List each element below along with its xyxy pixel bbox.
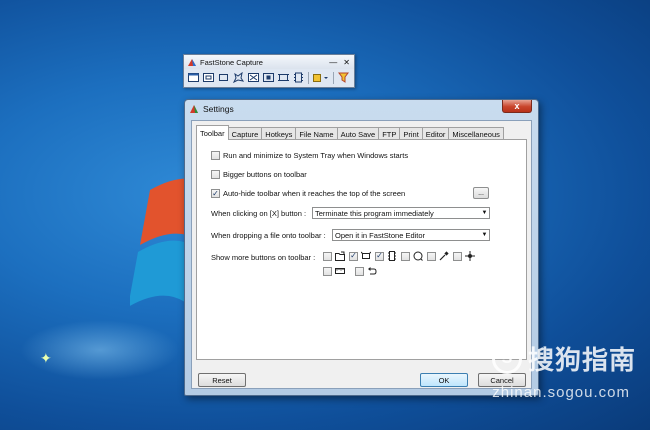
more-rectangle-checkbox[interactable]: ✓	[349, 251, 358, 261]
more-crosshair-checkbox[interactable]	[453, 251, 462, 261]
open-folder-icon	[335, 251, 345, 261]
run-minimize-label: Run and minimize to System Tray when Win…	[223, 151, 409, 160]
minimize-icon[interactable]: —	[329, 58, 337, 67]
capture-fullscreen-icon[interactable]	[247, 71, 260, 84]
crop-rectangle-icon	[361, 251, 371, 261]
close-action-label: When clicking on [X] button :	[211, 209, 307, 218]
toolbar-tab-panel: Run and minimize to System Tray when Win…	[196, 139, 527, 360]
more-magnifier-checkbox[interactable]	[401, 251, 410, 261]
more-buttons-label: Show more buttons on toolbar :	[211, 253, 316, 262]
capture-fixed-region-icon[interactable]	[262, 71, 275, 84]
settings-titlebar[interactable]: Settings	[185, 100, 538, 118]
capture-toolbar-titlebar[interactable]: FastStone Capture — ✕	[184, 55, 354, 69]
watermark-text: 搜狗指南	[527, 345, 636, 375]
eyedropper-icon	[439, 251, 449, 261]
more-screen-ruler-checkbox[interactable]	[323, 266, 332, 276]
watermark-url: zhinan.sogou.com	[492, 384, 630, 401]
undo-arrow-icon	[367, 266, 377, 276]
reset-button[interactable]: Reset	[198, 373, 246, 387]
video-recorder-icon[interactable]	[292, 71, 305, 84]
dialog-close-button[interactable]: x	[502, 100, 532, 113]
toolbar-separator	[333, 71, 334, 84]
more-film-checkbox[interactable]: ✓	[375, 251, 384, 261]
chevron-down-icon: ▼	[481, 232, 488, 238]
capture-scrolling-icon[interactable]	[277, 71, 290, 84]
close-icon[interactable]: ✕	[343, 58, 350, 67]
close-action-select[interactable]: Terminate this program immediately ▼	[312, 207, 490, 219]
bigger-buttons-checkbox[interactable]	[211, 170, 220, 179]
more-undo-checkbox[interactable]	[355, 266, 364, 276]
more-buttons-row-1: ✓ ✓	[323, 251, 479, 261]
more-color-picker-checkbox[interactable]	[427, 251, 436, 261]
screen-ruler-icon	[335, 266, 345, 276]
bigger-buttons-option[interactable]: Bigger buttons on toolbar	[211, 170, 307, 179]
film-strip-icon	[387, 251, 397, 261]
close-action-value: Terminate this program immediately	[315, 208, 434, 218]
bigger-buttons-label: Bigger buttons on toolbar	[223, 170, 307, 179]
faststone-logo-icon	[188, 58, 196, 66]
settings-title: Settings	[203, 104, 234, 114]
capture-freehand-icon[interactable]	[232, 71, 245, 84]
capture-toolbar-title: FastStone Capture	[200, 57, 263, 67]
more-open-checkbox[interactable]	[323, 251, 332, 261]
output-dropdown-icon[interactable]	[312, 71, 330, 84]
settings-menu-icon[interactable]	[337, 71, 350, 84]
chevron-down-icon: ▼	[481, 210, 488, 216]
run-minimize-option[interactable]: Run and minimize to System Tray when Win…	[211, 151, 408, 160]
faststone-logo-icon	[190, 105, 198, 113]
drop-action-value: Open it in FastStone Editor	[335, 230, 426, 240]
faststone-capture-toolbar[interactable]: FastStone Capture — ✕	[183, 54, 355, 88]
drop-action-label: When dropping a file onto toolbar :	[211, 231, 326, 240]
auto-hide-option[interactable]: ✓ Auto-hide toolbar when it reaches the …	[211, 189, 405, 198]
capture-window-object-icon[interactable]	[202, 71, 215, 84]
drop-action-select[interactable]: Open it in FastStone Editor ▼	[332, 229, 490, 241]
auto-hide-checkbox[interactable]: ✓	[211, 189, 220, 198]
ok-button[interactable]: OK	[420, 373, 468, 387]
sogou-logo-icon: S	[491, 343, 522, 374]
toolbar-separator	[308, 71, 309, 84]
settings-dialog: Settings x Toolbar Capture Hotkeys File …	[184, 99, 539, 396]
crosshair-icon	[465, 251, 475, 261]
desktop-sparkle: ✦	[40, 350, 52, 366]
auto-hide-label: Auto-hide toolbar when it reaches the to…	[223, 189, 406, 198]
settings-body: Toolbar Capture Hotkeys File Name Auto S…	[191, 120, 532, 389]
run-minimize-checkbox[interactable]	[211, 151, 220, 160]
magnifier-icon	[413, 251, 423, 261]
sogou-watermark: S 搜狗指南	[491, 340, 636, 377]
capture-rectangle-icon[interactable]	[217, 71, 230, 84]
more-buttons-row-2	[323, 266, 381, 276]
tab-toolbar[interactable]: Toolbar	[196, 125, 229, 140]
auto-hide-options-button[interactable]: ...	[473, 187, 489, 199]
capture-active-window-icon[interactable]	[187, 71, 200, 84]
settings-tabs: Toolbar Capture Hotkeys File Name Auto S…	[196, 125, 504, 140]
